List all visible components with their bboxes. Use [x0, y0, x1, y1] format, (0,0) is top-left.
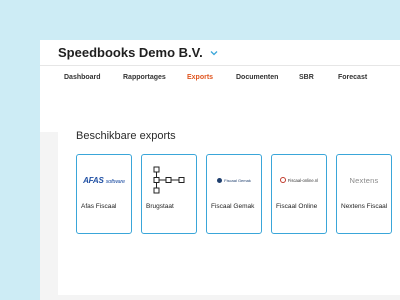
organization-selector[interactable]: Speedbooks Demo B.V. [58, 45, 219, 60]
export-label: Brugstaat [146, 203, 174, 210]
fiscaal-gemak-mark [217, 177, 223, 183]
app-window: Speedbooks Demo B.V. Dashboard Rapportag… [40, 40, 400, 300]
export-label: Fiscaal Gemak [211, 203, 255, 210]
export-label: Fiscaal Online [276, 203, 318, 210]
tree-diagram-icon [142, 163, 196, 197]
exports-card: Beschikbare exports AFAS software Afas F… [58, 120, 400, 295]
afas-logo-text: AFAS [83, 175, 104, 185]
afas-logo: AFAS software [77, 163, 131, 197]
tab-sbr[interactable]: SBR [299, 74, 314, 81]
fiscaal-online-logo-text: Fiscaal-online.nl [287, 177, 319, 183]
tab-dashboard[interactable]: Dashboard [64, 74, 101, 81]
chevron-down-icon [210, 50, 218, 55]
tab-exports[interactable]: Exports [187, 74, 213, 81]
tab-documenten[interactable]: Documenten [236, 74, 278, 81]
exports-title: Beschikbare exports [76, 130, 176, 142]
export-tile-nextens-fiscaal[interactable]: Nextens Nextens Fiscaal [336, 154, 392, 234]
export-label: Nextens Fiscaal [341, 203, 388, 210]
afas-logo-sub: software [105, 178, 125, 185]
app-header: Speedbooks Demo B.V. Dashboard Rapportag… [40, 40, 400, 132]
tab-rapportages[interactable]: Rapportages [123, 74, 166, 81]
organization-name: Speedbooks Demo B.V. [58, 45, 203, 60]
main-tabs: Dashboard Rapportages Exports Documenten… [40, 74, 400, 94]
nextens-logo: Nextens [337, 163, 391, 197]
fiscaal-gemak-logo-text: Fiscaal Gemak [224, 177, 251, 183]
export-label: Afas Fiscaal [81, 203, 117, 210]
header-divider [40, 65, 400, 66]
nextens-logo-text: Nextens [349, 175, 379, 185]
export-tile-afas-fiscaal[interactable]: AFAS software Afas Fiscaal [76, 154, 132, 234]
fiscaal-online-logo: Fiscaal-online.nl [272, 163, 326, 197]
tab-forecast[interactable]: Forecast [338, 74, 367, 81]
fiscaal-online-mark [279, 177, 286, 183]
fiscaal-gemak-logo: Fiscaal Gemak [207, 163, 261, 197]
export-tile-fiscaal-gemak[interactable]: Fiscaal Gemak Fiscaal Gemak [206, 154, 262, 234]
export-tile-brugstaat[interactable]: Brugstaat [141, 154, 197, 234]
export-tile-fiscaal-online[interactable]: Fiscaal-online.nl Fiscaal Online [271, 154, 327, 234]
